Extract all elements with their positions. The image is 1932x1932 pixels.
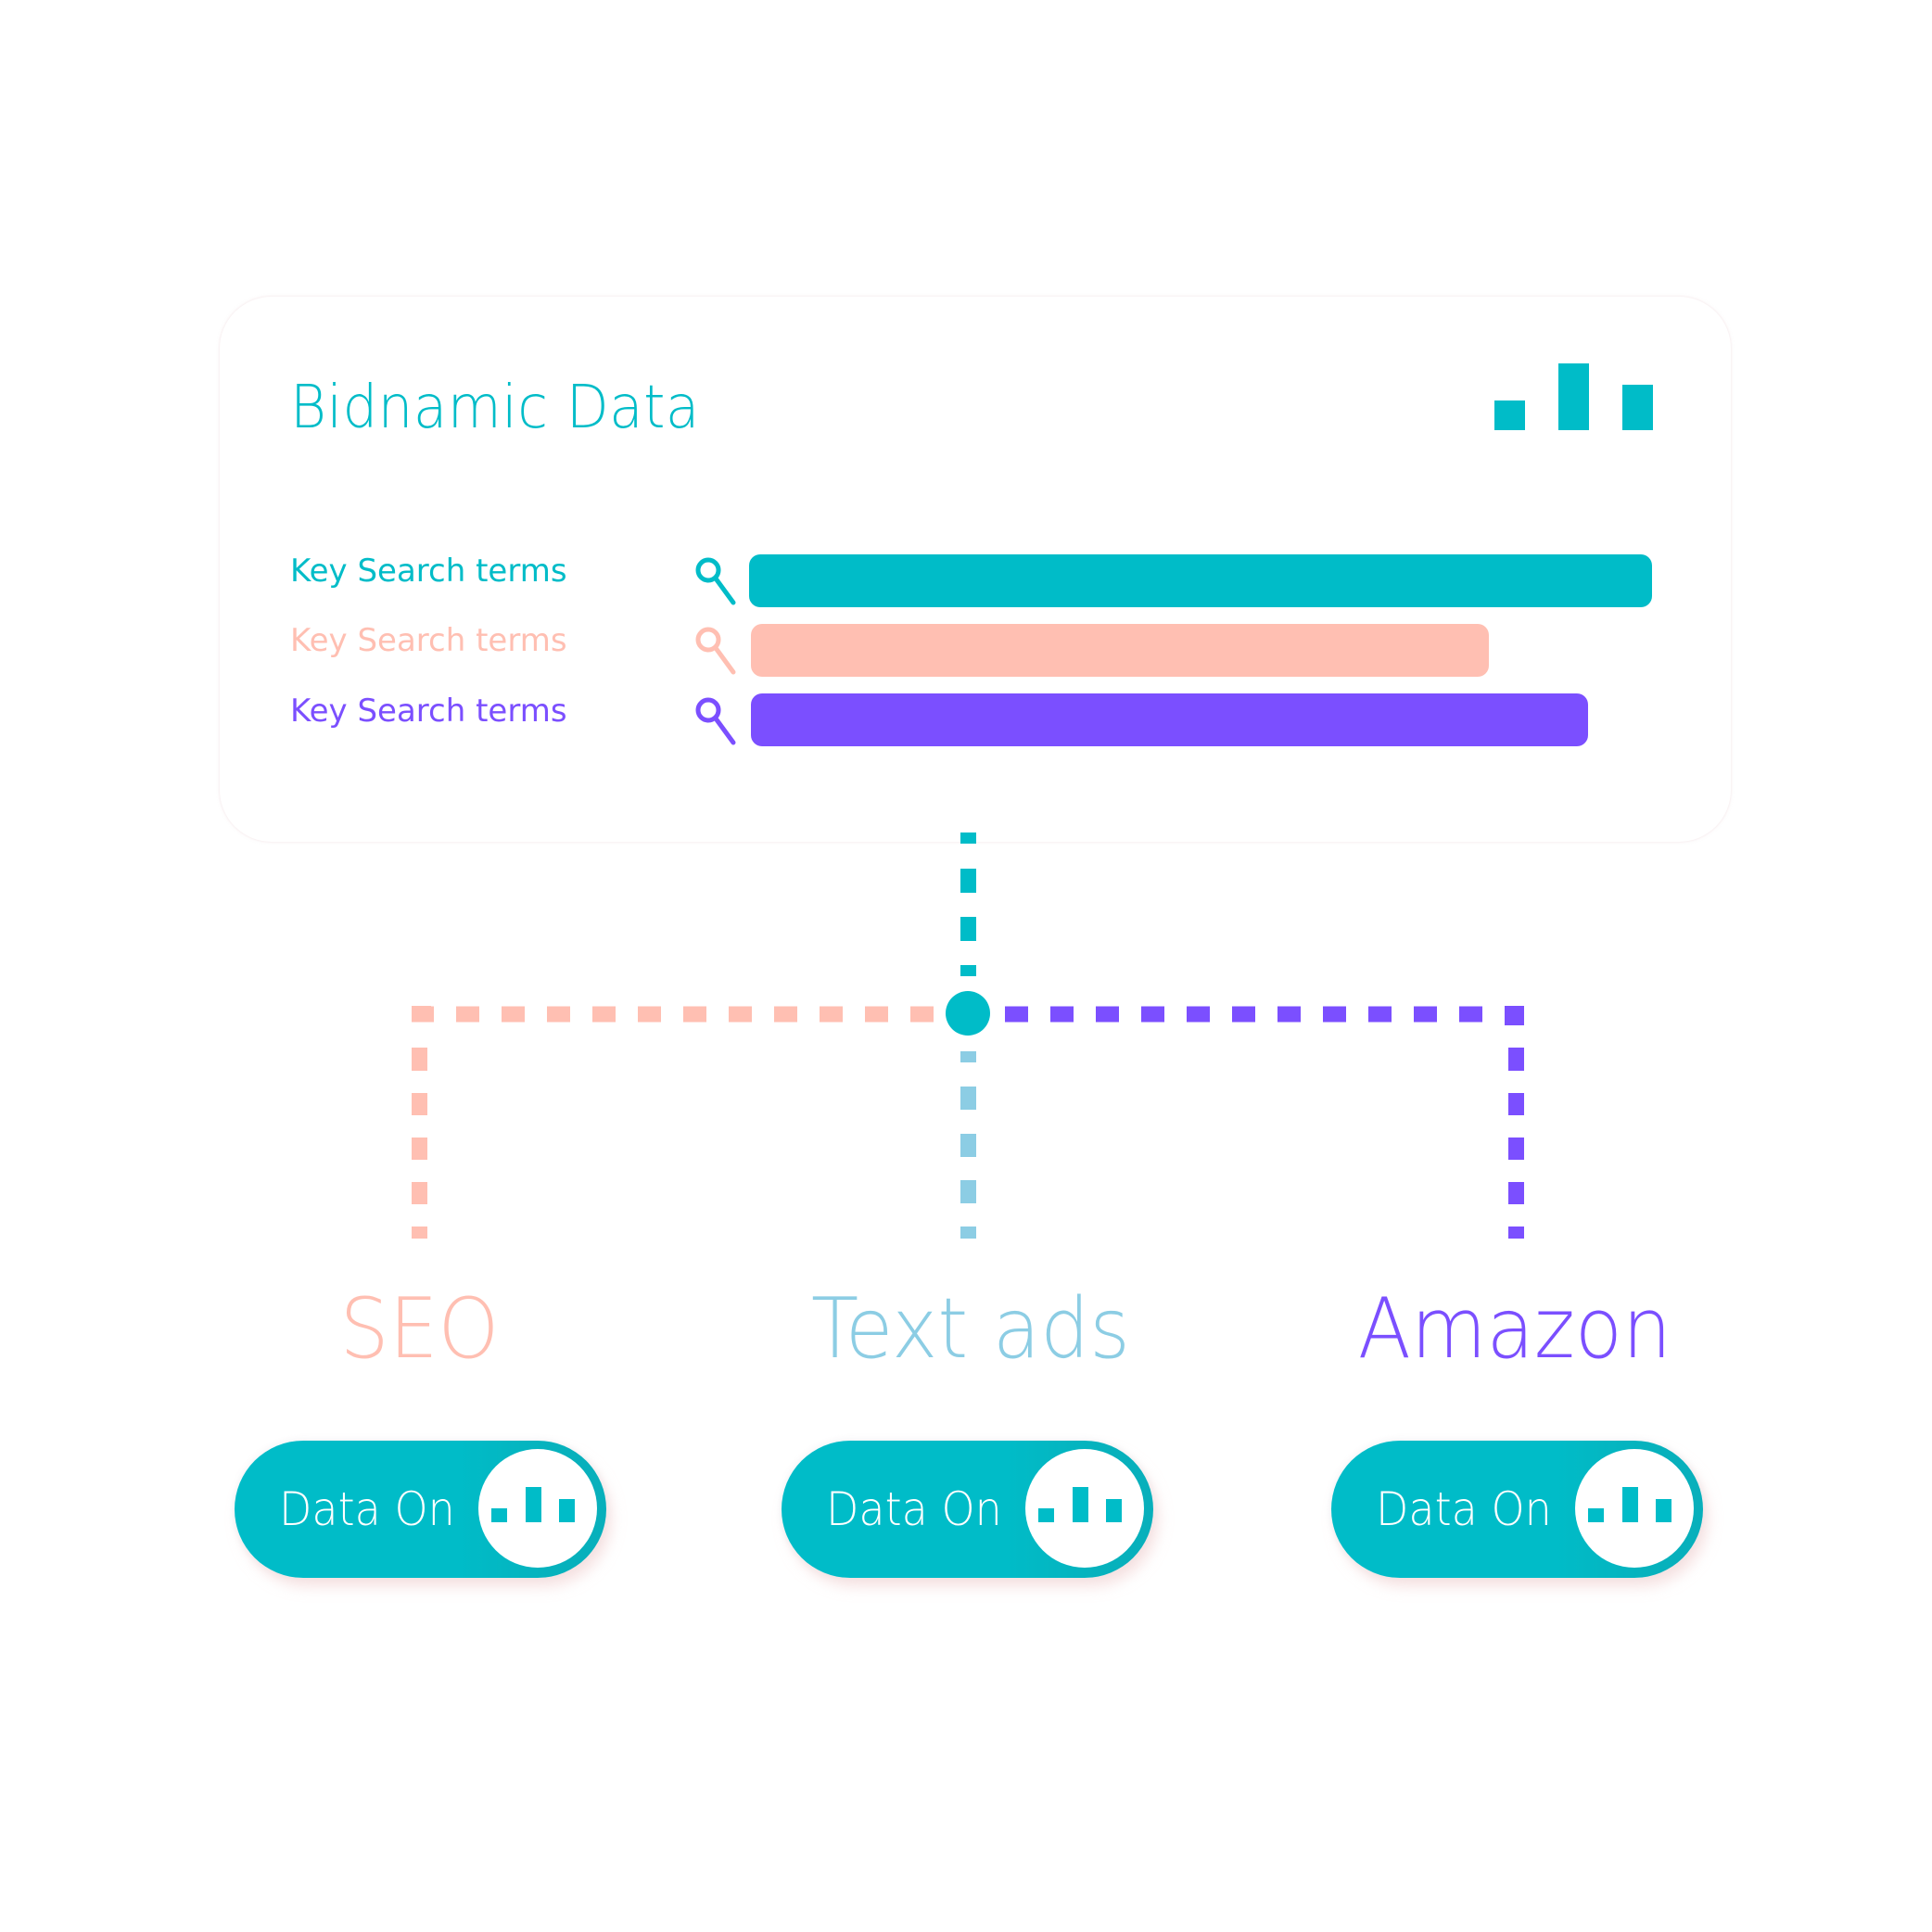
toggle-knob[interactable]	[478, 1449, 597, 1568]
search-term-label-1: Key Search terms	[290, 553, 567, 590]
search-icon[interactable]	[695, 625, 740, 677]
toggle-label: Data On	[1376, 1481, 1567, 1537]
toggle-label: Data On	[826, 1481, 1017, 1537]
bar-chart-icon-bar-1	[491, 1508, 507, 1522]
search-term-label-2: Key Search terms	[290, 622, 567, 659]
search-term-bar-1	[749, 554, 1652, 607]
bar-chart-icon-bar-3	[1656, 1499, 1671, 1522]
toggle-label: Data On	[279, 1481, 470, 1537]
toggle-knob[interactable]	[1025, 1449, 1144, 1568]
search-term-label-3: Key Search terms	[290, 693, 567, 730]
connector-peach-corner	[412, 1006, 431, 1022]
search-icon[interactable]	[695, 695, 740, 747]
channel-label-text: Text ads	[811, 1280, 1130, 1378]
search-term-bar-2	[751, 624, 1489, 677]
channel-label-text: SEO	[339, 1280, 499, 1378]
bar-chart-icon-bar-1	[1038, 1508, 1054, 1522]
bar-chart-icon-bar-2	[1558, 363, 1589, 430]
bar-chart-icon-bar-3	[1622, 385, 1653, 430]
amazon-data-toggle[interactable]: Data On	[1331, 1441, 1703, 1578]
channel-label-text: Amazon	[1357, 1280, 1672, 1378]
connector-junction-dot	[946, 991, 990, 1036]
channel-label-amazon: Amazon	[1283, 1283, 1747, 1376]
bar-chart-icon-bar-3	[559, 1499, 575, 1522]
text-ads-data-toggle[interactable]: Data On	[782, 1441, 1153, 1578]
toggle-label-text: Data On	[826, 1482, 1002, 1536]
search-term-bar-3	[751, 693, 1588, 746]
toggle-label-text: Data On	[279, 1482, 455, 1536]
search-term-label-text: Key Search terms	[290, 622, 567, 659]
search-icon[interactable]	[695, 555, 740, 607]
card-title: Bidnamic Data	[290, 373, 731, 443]
connector-purple-corner	[1505, 1006, 1524, 1025]
toggle-knob[interactable]	[1575, 1449, 1694, 1568]
seo-data-toggle[interactable]: Data On	[235, 1441, 606, 1578]
bar-chart-icon-bar-1	[1588, 1508, 1604, 1522]
card-title-text: Bidnamic Data	[290, 374, 700, 442]
connector-lines	[412, 833, 1524, 1239]
bar-chart-icon-bar-3	[1106, 1499, 1122, 1522]
search-term-label-text: Key Search terms	[290, 693, 567, 730]
bar-chart-icon-bar-2	[1073, 1487, 1088, 1522]
toggle-label-text: Data On	[1376, 1482, 1552, 1536]
bar-chart-icon-bar-2	[1622, 1487, 1638, 1522]
bar-chart-icon-bar-1	[1494, 400, 1525, 430]
bar-chart-icon	[1494, 363, 1653, 430]
bar-chart-icon-bar-2	[526, 1487, 541, 1522]
channel-label-seo: SEO	[187, 1283, 651, 1376]
search-term-label-text: Key Search terms	[290, 553, 567, 590]
channel-label-text-ads: Text ads	[739, 1283, 1202, 1376]
